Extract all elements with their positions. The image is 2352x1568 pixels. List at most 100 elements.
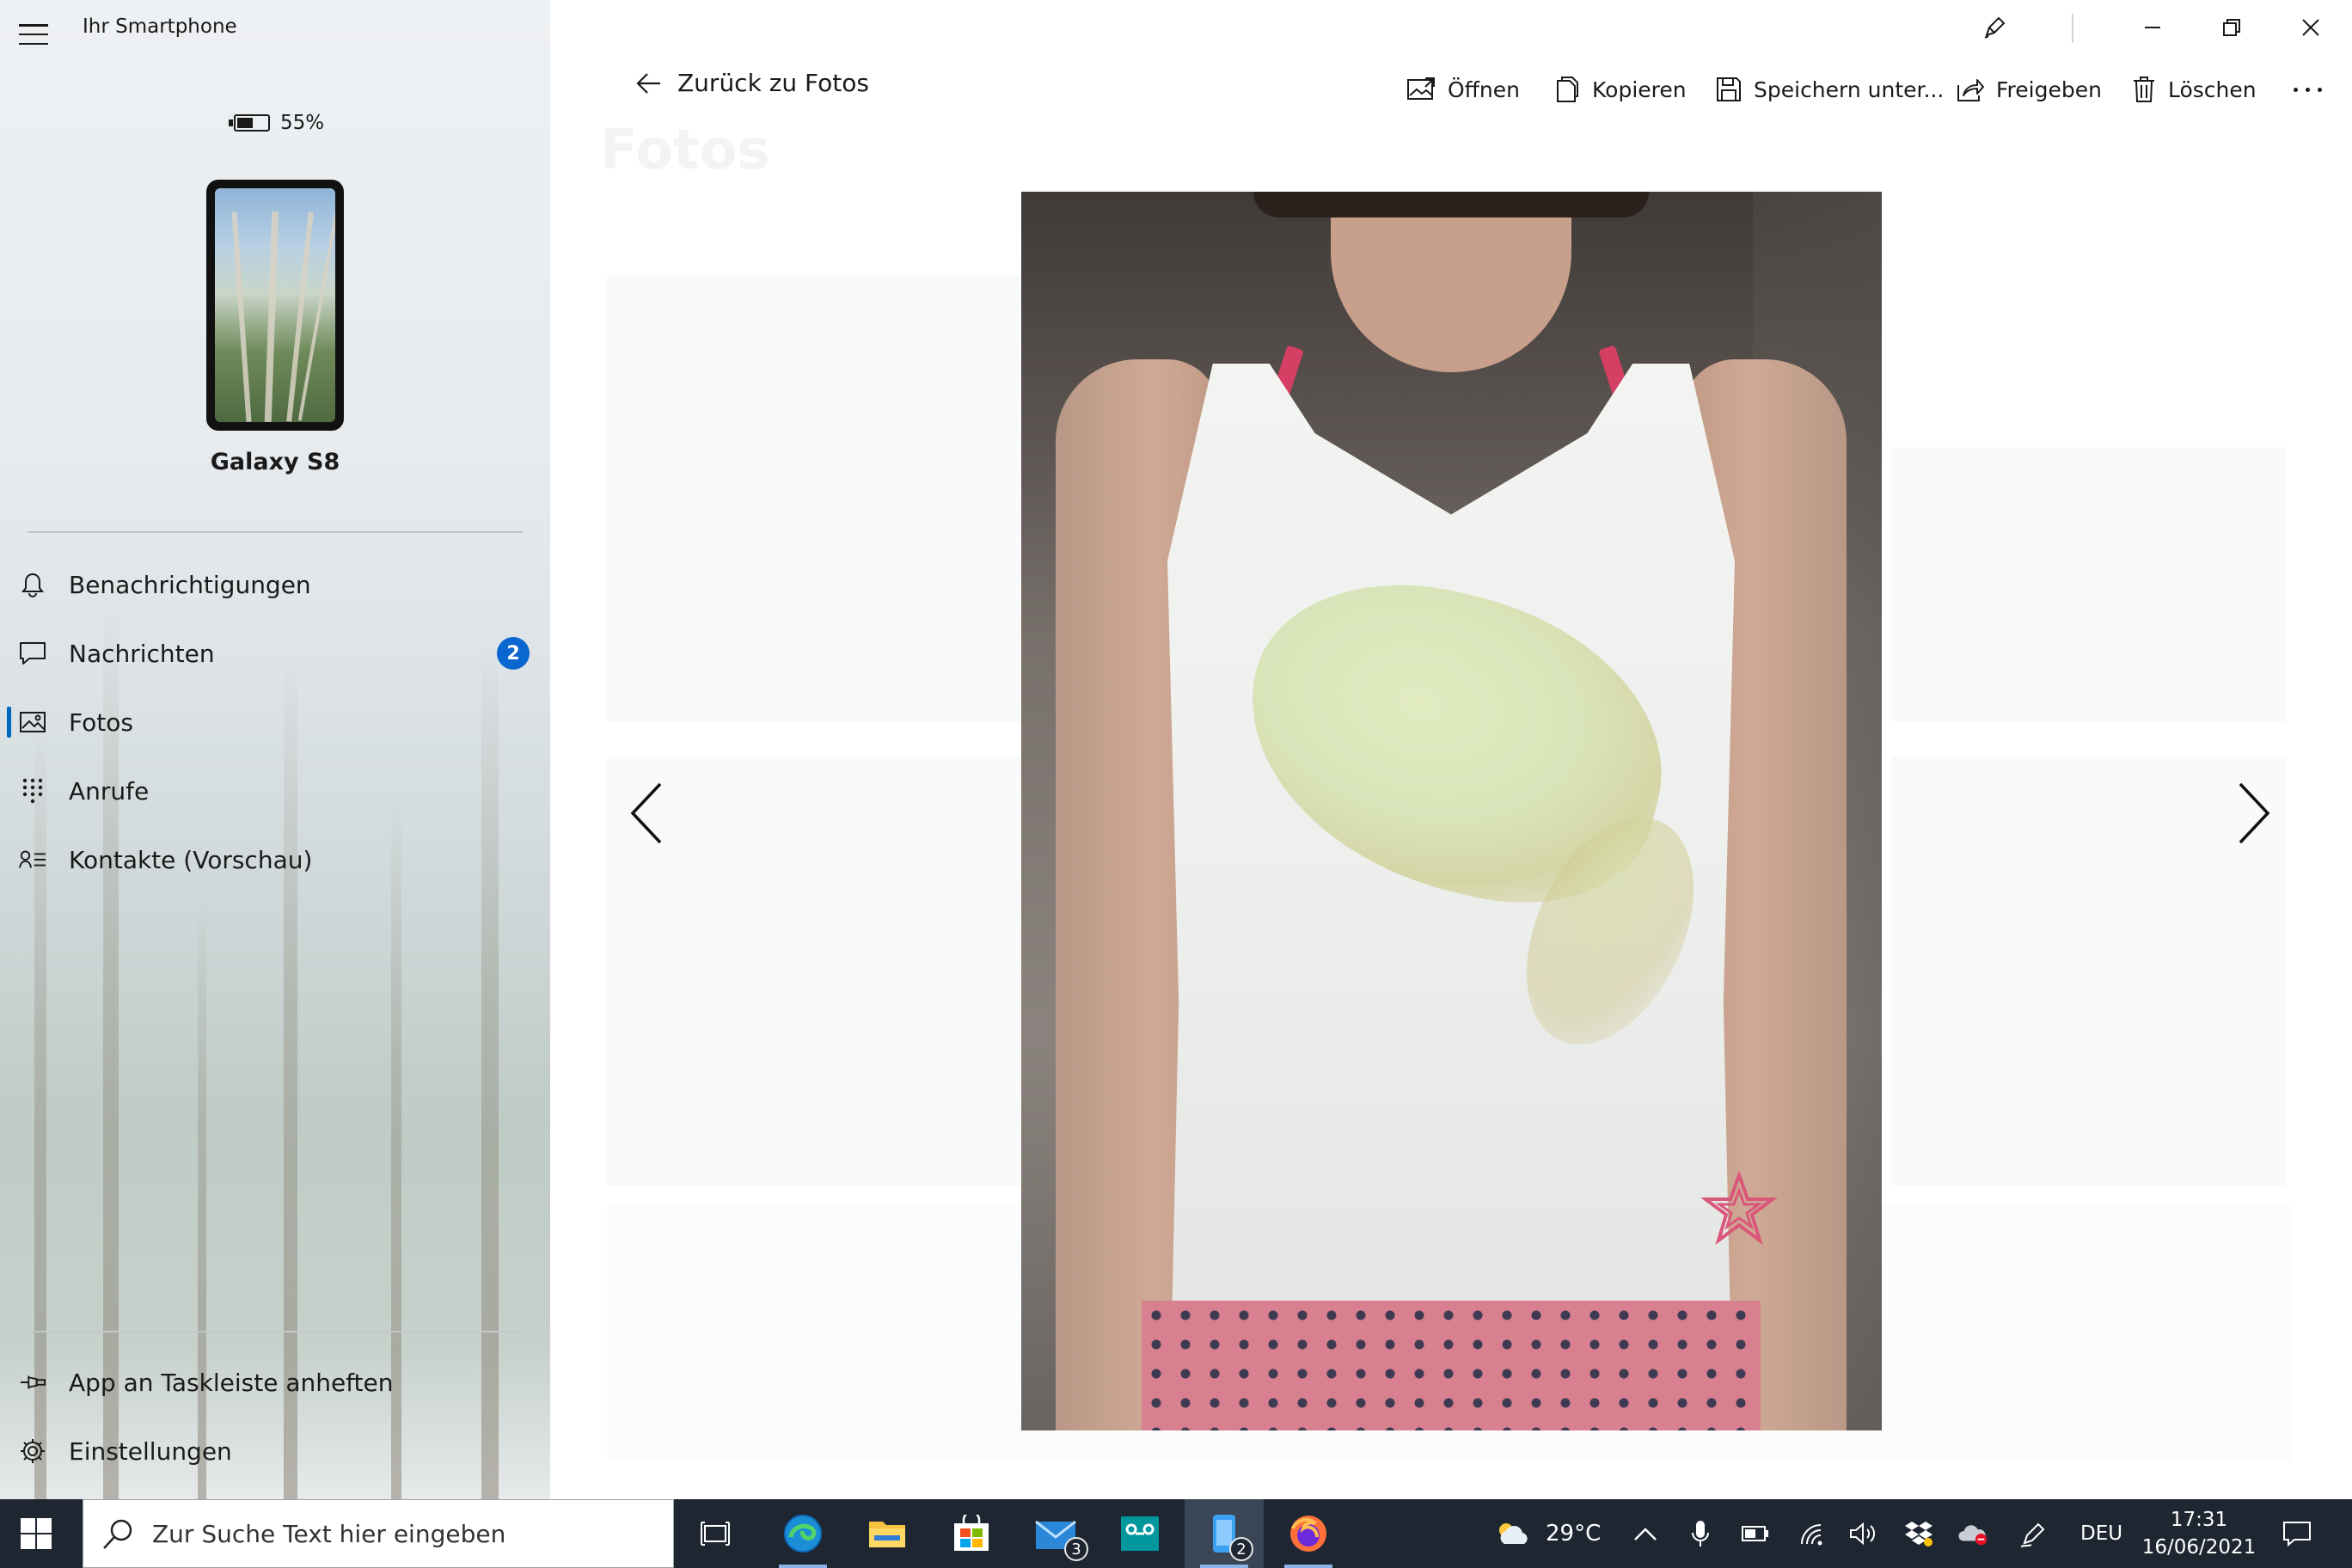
- sidebar-item-label: Fotos: [69, 707, 133, 737]
- gear-icon: [19, 1437, 46, 1465]
- save-icon: [1716, 77, 1742, 102]
- open-label: Öffnen: [1448, 77, 1520, 102]
- battery-percent: 55%: [280, 112, 325, 134]
- share-label: Freigeben: [1996, 77, 2102, 102]
- pin-icon: [19, 1369, 46, 1396]
- pin-to-taskbar-button[interactable]: App an Taskleiste anheften: [0, 1351, 550, 1413]
- delete-button[interactable]: Löschen: [2132, 69, 2257, 110]
- bell-icon: [19, 571, 46, 598]
- share-button[interactable]: Freigeben: [1957, 69, 2102, 110]
- save-as-label: Speichern unter...: [1754, 77, 1945, 102]
- task-view-icon: [701, 1522, 730, 1546]
- volume-icon[interactable]: [1848, 1518, 1879, 1549]
- photo-polka-dot-shorts: [1142, 1301, 1761, 1430]
- search-placeholder: Zur Suche Text hier eingeben: [152, 1519, 506, 1548]
- restore-button[interactable]: [2206, 10, 2257, 45]
- sidebar-item-photos[interactable]: Fotos: [0, 691, 550, 753]
- sidebar-item-label: App an Taskleiste anheften: [69, 1368, 394, 1397]
- copy-button[interactable]: Kopieren: [1554, 69, 1687, 110]
- message-icon: [19, 640, 46, 667]
- previous-photo-button[interactable]: [628, 781, 665, 846]
- weather-temperature[interactable]: 29°C: [1546, 1499, 1601, 1568]
- taskbar: Zur Suche Text hier eingeben 3 2 29°C DE…: [0, 1499, 2352, 1568]
- sidebar-item-label: Benachrichtigungen: [69, 570, 311, 599]
- taskbar-firefox[interactable]: [1269, 1499, 1348, 1568]
- microphone-icon[interactable]: [1685, 1518, 1716, 1549]
- input-language[interactable]: DEU: [2080, 1499, 2122, 1568]
- displayed-photo[interactable]: [1021, 192, 1882, 1430]
- photos-icon: [19, 708, 46, 736]
- taskbar-search-box[interactable]: Zur Suche Text hier eingeben: [83, 1499, 674, 1568]
- share-icon: [1957, 77, 1984, 102]
- windows-logo-icon: [21, 1518, 52, 1549]
- background-gallery-tile: [607, 756, 1088, 1186]
- app-title: Ihr Smartphone: [83, 15, 237, 38]
- clock-time: 17:31: [2170, 1509, 2228, 1531]
- sidebar: Ihr Smartphone 55% Galaxy S8 Benachricht…: [0, 0, 550, 1499]
- hamburger-menu-icon[interactable]: [19, 24, 48, 45]
- dropbox-icon[interactable]: [1903, 1518, 1934, 1549]
- store-icon: [954, 1515, 989, 1551]
- save-as-button[interactable]: Speichern unter...: [1716, 69, 1944, 110]
- background-gallery-tile: [607, 275, 1088, 722]
- sidebar-item-notifications[interactable]: Benachrichtigungen: [0, 554, 550, 616]
- battery-status: 55%: [229, 112, 325, 134]
- chevron-up-icon[interactable]: [1630, 1518, 1661, 1549]
- taskbar-file-explorer[interactable]: [848, 1499, 927, 1568]
- taskbar-edge[interactable]: [763, 1499, 842, 1568]
- more-options-icon[interactable]: [2294, 88, 2322, 92]
- taskbar-microsoft-store[interactable]: [932, 1499, 1011, 1568]
- sidebar-divider: [28, 531, 523, 533]
- sidebar-item-label: Kontakte (Vorschau): [69, 845, 313, 874]
- photo-star-print: [1700, 1172, 1778, 1249]
- pen-workspace-icon[interactable]: [2018, 1518, 2049, 1549]
- onedrive-blocked-icon[interactable]: [1958, 1518, 1989, 1549]
- action-center-icon[interactable]: [2280, 1518, 2314, 1549]
- minimize-button[interactable]: [2127, 10, 2178, 45]
- sidebar-item-calls[interactable]: Anrufe: [0, 760, 550, 822]
- edge-icon: [784, 1515, 822, 1553]
- weather-cloud-icon[interactable]: [1494, 1518, 1534, 1549]
- photo-hair: [1253, 192, 1649, 217]
- contacts-icon: [19, 846, 46, 873]
- settings-button[interactable]: Einstellungen: [0, 1420, 550, 1482]
- windows-start-button[interactable]: [19, 1516, 53, 1551]
- sidebar-item-label: Anrufe: [69, 776, 150, 805]
- device-name: Galaxy S8: [210, 449, 340, 475]
- copy-label: Kopieren: [1592, 77, 1687, 102]
- sidebar-divider: [28, 1331, 523, 1332]
- sidebar-item-contacts[interactable]: Kontakte (Vorschau): [0, 829, 550, 891]
- copy-icon: [1554, 76, 1580, 103]
- background-gallery-title: Fotos: [600, 119, 770, 182]
- next-photo-button[interactable]: [2235, 781, 2273, 846]
- taskbar-your-phone[interactable]: 2: [1185, 1499, 1264, 1568]
- unread-badge: 2: [497, 637, 530, 670]
- pen-icon[interactable]: [1969, 10, 2020, 45]
- taskbar-clock[interactable]: 17:31 16/06/2021: [2141, 1506, 2257, 1561]
- open-image-icon: [1406, 77, 1436, 102]
- mail-badge: 3: [1064, 1537, 1088, 1561]
- background-gallery-tile: [1891, 447, 2287, 722]
- task-view-button[interactable]: [676, 1499, 755, 1568]
- phone-wallpaper: [215, 188, 335, 422]
- battery-tray-icon[interactable]: [1740, 1518, 1771, 1549]
- open-button[interactable]: Öffnen: [1406, 69, 1520, 110]
- sidebar-item-label: Nachrichten: [69, 639, 215, 668]
- phone-preview[interactable]: [206, 180, 344, 431]
- taskbar-arduino[interactable]: [1100, 1499, 1179, 1568]
- chevron-left-icon: [630, 782, 662, 844]
- firefox-icon: [1290, 1516, 1326, 1552]
- sidebar-item-messages[interactable]: Nachrichten 2: [0, 622, 550, 684]
- clock-date: 16/06/2021: [2141, 1536, 2257, 1559]
- wifi-icon[interactable]: [1797, 1518, 1828, 1549]
- close-button[interactable]: [2285, 10, 2337, 45]
- sidebar-item-label: Einstellungen: [69, 1436, 232, 1466]
- dialpad-icon: [19, 777, 46, 805]
- taskbar-mail[interactable]: 3: [1016, 1499, 1095, 1568]
- delete-label: Löschen: [2168, 77, 2257, 102]
- arduino-icon: [1121, 1516, 1159, 1551]
- viewer-toolbar: Öffnen Kopieren Speichern unter... Freig…: [550, 69, 2352, 110]
- battery-icon: [229, 114, 270, 132]
- your-phone-badge: 2: [1229, 1537, 1253, 1561]
- folder-icon: [869, 1522, 905, 1547]
